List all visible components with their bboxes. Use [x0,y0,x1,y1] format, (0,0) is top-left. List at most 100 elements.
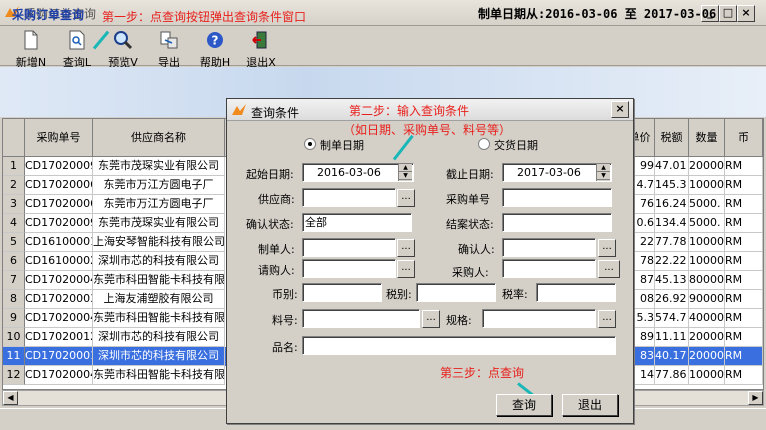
supplier-field[interactable] [302,188,396,207]
cell-qty: 10000. [689,252,725,271]
confirmer-field[interactable] [502,238,596,257]
confirmer-label: 确认人: [458,243,495,256]
requester-field[interactable] [302,259,396,278]
row-number: 8 [3,290,25,309]
dialog-close-button[interactable]: × [611,101,629,118]
cell-supplier: 上海友浦塑胶有限公司 [93,290,225,309]
step2-annotation: 第二步：输入查询条件 [349,104,470,118]
tax-type-label: 税别: [386,288,412,301]
creator-lookup-button[interactable]: ... [397,239,415,257]
row-number: 11 [3,347,25,366]
maximize-button[interactable]: □ [719,5,737,22]
row-number: 4 [3,214,25,233]
radio-delivery-date-label: 交货日期 [494,139,538,152]
banner-date-range: 制单日期从:2016-03-06 至 2017-03-06 [478,7,717,21]
cell-order-no: CD17020009 [25,214,93,233]
cell-tax: 40.17 [655,347,689,366]
cell-qty: 40000. [689,309,725,328]
query-document-icon [69,30,85,50]
buyer-label: 采购人: [452,266,489,279]
cell-order-no: CD17020012 [25,328,93,347]
item-name-label: 品名: [272,341,298,354]
cell-currency: RM [725,214,763,233]
cell-order-no: CD16100002 [25,252,93,271]
cell-qty: 5000. [689,214,725,233]
cell-tax: 574.7 [655,309,689,328]
cell-tax: 26.92 [655,290,689,309]
scroll-left-button[interactable]: ◀ [3,391,18,405]
requester-lookup-button[interactable]: ... [397,260,415,278]
col-header-qty[interactable]: 数量 [689,119,725,157]
confirmer-lookup-button[interactable]: ... [598,239,616,257]
cell-tax: 11.11 [655,328,689,347]
cell-qty: 10000. [689,233,725,252]
cell-supplier: 上海安琴智能科技有限公司 [93,233,225,252]
cell-tax: 77.86 [655,366,689,385]
radio-delivery-date[interactable] [478,138,490,150]
radio-order-date[interactable] [304,138,316,150]
col-header-currency[interactable]: 币 [725,119,763,157]
creator-field[interactable] [302,238,396,257]
buyer-field[interactable] [502,259,596,278]
row-number: 5 [3,233,25,252]
export-button[interactable]: 导出 [146,28,192,69]
cell-order-no: CD17020001 [25,347,93,366]
row-number: 1 [3,157,25,176]
cell-order-no: CD17020003 [25,290,93,309]
tax-rate-field[interactable] [536,283,616,302]
cell-supplier: 东莞市茂琛实业有限公司 [93,214,225,233]
new-button[interactable]: 新增N [8,28,54,69]
cell-tax: 77.78 [655,233,689,252]
currency-field[interactable] [302,283,382,302]
confirm-status-label: 确认状态: [246,218,294,231]
help-icon: ? [207,32,223,48]
grid-corner [3,119,25,157]
col-header-supplier[interactable]: 供应商名称 [93,119,225,157]
close-status-label: 结案状态: [446,218,494,231]
dialog-exit-button[interactable]: 退出 [562,394,618,416]
item-no-field[interactable] [302,309,420,328]
dialog-query-button[interactable]: 查询 [496,394,552,416]
help-button[interactable]: ? 帮助H [192,28,238,69]
step2-note: （如日期、采购单号、料号等） [343,123,512,137]
scroll-right-button[interactable]: ▶ [748,391,763,405]
exit-door-icon [252,31,267,49]
tax-type-field[interactable] [416,283,496,302]
col-header-order-no[interactable]: 采购单号 [25,119,93,157]
close-window-button[interactable]: × [737,5,755,22]
supplier-lookup-button[interactable]: ... [397,189,415,207]
item-no-lookup-button[interactable]: ... [422,310,440,328]
close-status-field[interactable] [502,213,612,232]
po-no-field[interactable] [502,188,612,207]
item-no-label: 料号: [272,314,298,327]
cell-currency: RM [725,233,763,252]
exit-button[interactable]: 退出X [238,28,284,69]
row-number: 3 [3,195,25,214]
cell-qty: 20000. [689,328,725,347]
svg-text:?: ? [212,34,219,48]
creator-label: 制单人: [258,243,295,256]
spec-lookup-button[interactable]: ... [598,310,616,328]
end-date-spinner[interactable]: ▲ ▼ [596,164,610,181]
currency-label: 币别: [272,288,298,301]
cell-currency: RM [725,252,763,271]
cell-order-no: CD17020004 [25,271,93,290]
new-document-icon [24,30,38,50]
cell-order-no: CD17020006 [25,176,93,195]
item-name-field[interactable] [302,336,616,355]
spec-field[interactable] [482,309,596,328]
col-header-tax[interactable]: 税额 [655,119,689,157]
cell-supplier: 东莞市科田智能卡科技有限公司 [93,271,225,290]
buyer-lookup-button[interactable]: ... [598,260,620,278]
cell-supplier: 东莞市万江方圆电子厂 [93,176,225,195]
cell-currency: RM [725,157,763,176]
cell-supplier: 东莞市茂琛实业有限公司 [93,157,225,176]
po-no-label: 采购单号 [446,193,490,206]
row-number: 7 [3,271,25,290]
start-date-spinner[interactable]: ▲ ▼ [398,164,412,181]
cell-qty: 90000. [689,290,725,309]
cell-supplier: 深圳市芯的科技有限公司 [93,328,225,347]
dialog-title: 查询条件 [251,106,300,120]
confirm-status-field[interactable]: 全部 [302,213,412,232]
cell-currency: RM [725,290,763,309]
